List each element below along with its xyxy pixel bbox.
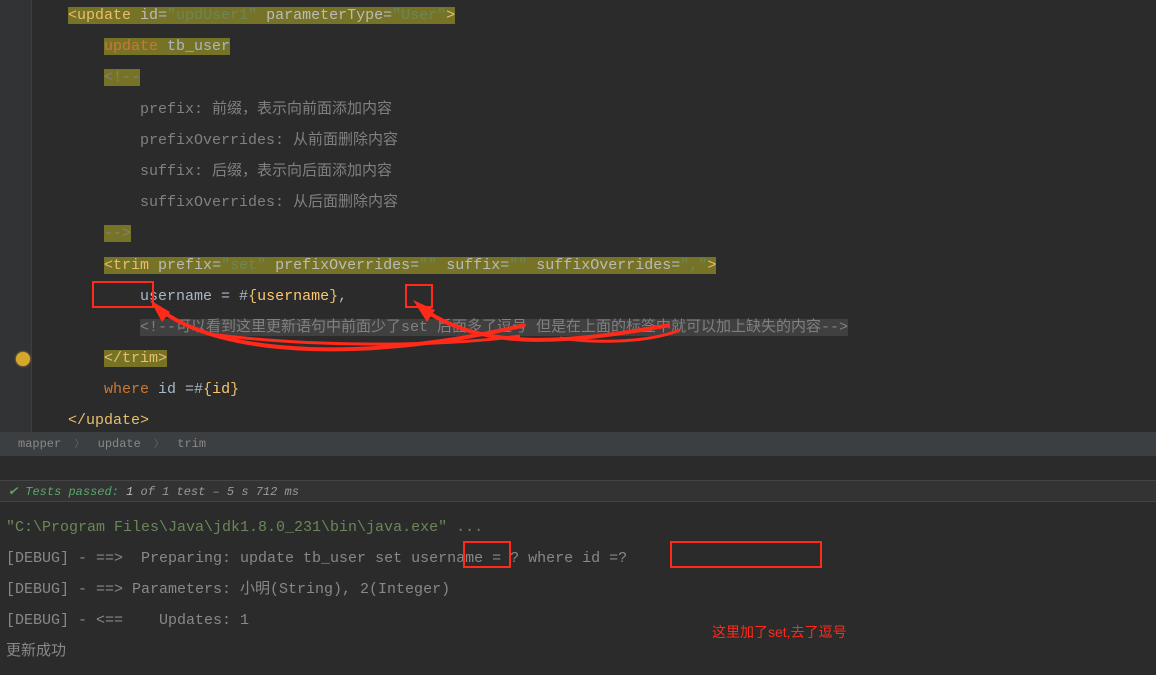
xml-close: >	[446, 7, 455, 24]
sql-keyword: update	[104, 38, 158, 55]
console-line: [DEBUG] - <== Updates: 1	[6, 612, 249, 629]
param: id	[212, 381, 230, 398]
xml-comment: prefixOverrides: 从前面删除内容	[140, 132, 398, 149]
param: username	[257, 288, 329, 305]
sql-keyword: where	[104, 381, 149, 398]
xml-value: "set"	[221, 257, 266, 274]
tests-summary: of 1 test – 5 s 712 ms	[141, 485, 299, 499]
check-icon: ✔	[8, 485, 18, 499]
xml-attr: parameterType	[266, 7, 383, 24]
xml-tag: <update	[68, 7, 131, 24]
xml-attr: suffix	[446, 257, 500, 274]
crumb[interactable]: update	[98, 437, 141, 451]
breadcrumb[interactable]: mapper 〉 update 〉 trim	[0, 432, 1156, 456]
xml-attr: prefix	[158, 257, 212, 274]
xml-close: >	[707, 257, 716, 274]
console-line: [DEBUG] - ==> Preparing: update tb_user	[6, 550, 375, 567]
brace: {	[203, 381, 212, 398]
tests-count: 1	[126, 485, 133, 499]
xml-tag: </trim>	[104, 350, 167, 367]
console-output[interactable]: "C:\Program Files\Java\jdk1.8.0_231\bin\…	[0, 504, 1156, 675]
code-text: username = #	[140, 288, 248, 305]
xml-value: ","	[680, 257, 707, 274]
annotation-text: 这里加了set,去了逗号	[712, 622, 847, 642]
crumb[interactable]: mapper	[18, 437, 61, 451]
xml-comment: suffixOverrides: 从后面删除内容	[140, 194, 398, 211]
brace: }	[230, 381, 239, 398]
xml-value: ""	[509, 257, 527, 274]
xml-value: "updUser1"	[167, 7, 257, 24]
code-editor[interactable]: <update id="updUser1" parameterType="Use…	[0, 0, 1156, 432]
console-line: set	[375, 550, 402, 567]
editor-gutter	[0, 0, 32, 432]
brace: {	[248, 288, 257, 305]
xml-attr: suffixOverrides	[536, 257, 671, 274]
console-line: "C:\Program Files\Java\jdk1.8.0_231\bin\…	[6, 519, 483, 536]
lightbulb-icon[interactable]	[16, 352, 30, 366]
tests-status-bar: ✔ Tests passed: 1 of 1 test – 5 s 712 ms	[0, 480, 1156, 502]
console-line: [DEBUG] - ==> Parameters: 小明(String), 2(…	[6, 581, 450, 598]
xml-attr: prefixOverrides	[275, 257, 410, 274]
xml-comment: <!--可以看到这里更新语句中前面少了set 后面多了逗号 但是在上面的标签中就…	[140, 319, 848, 336]
xml-attr: id	[140, 7, 158, 24]
comma: ,	[338, 288, 347, 305]
console-line: username = ?	[402, 550, 528, 567]
xml-value: ""	[419, 257, 437, 274]
xml-value: "User"	[392, 7, 446, 24]
chevron-right-icon: 〉	[74, 440, 84, 451]
xml-tag: <trim	[104, 257, 149, 274]
console-line: where id =?	[528, 550, 627, 567]
xml-tag: </update>	[68, 412, 149, 429]
sql-ident: tb_user	[158, 38, 230, 55]
code-area[interactable]: <update id="updUser1" parameterType="Use…	[32, 0, 1156, 432]
console-line: 更新成功	[6, 643, 66, 660]
brace: }	[329, 288, 338, 305]
code-text: id =#	[149, 381, 203, 398]
xml-comment: prefix: 前缀，表示向前面添加内容	[140, 101, 392, 118]
xml-comment: suffix: 后缀，表示向后面添加内容	[140, 163, 392, 180]
xml-comment: -->	[104, 225, 131, 242]
xml-comment: <!--	[104, 69, 140, 86]
crumb[interactable]: trim	[177, 437, 206, 451]
chevron-right-icon: 〉	[154, 440, 164, 451]
tests-label: Tests passed:	[25, 485, 119, 499]
